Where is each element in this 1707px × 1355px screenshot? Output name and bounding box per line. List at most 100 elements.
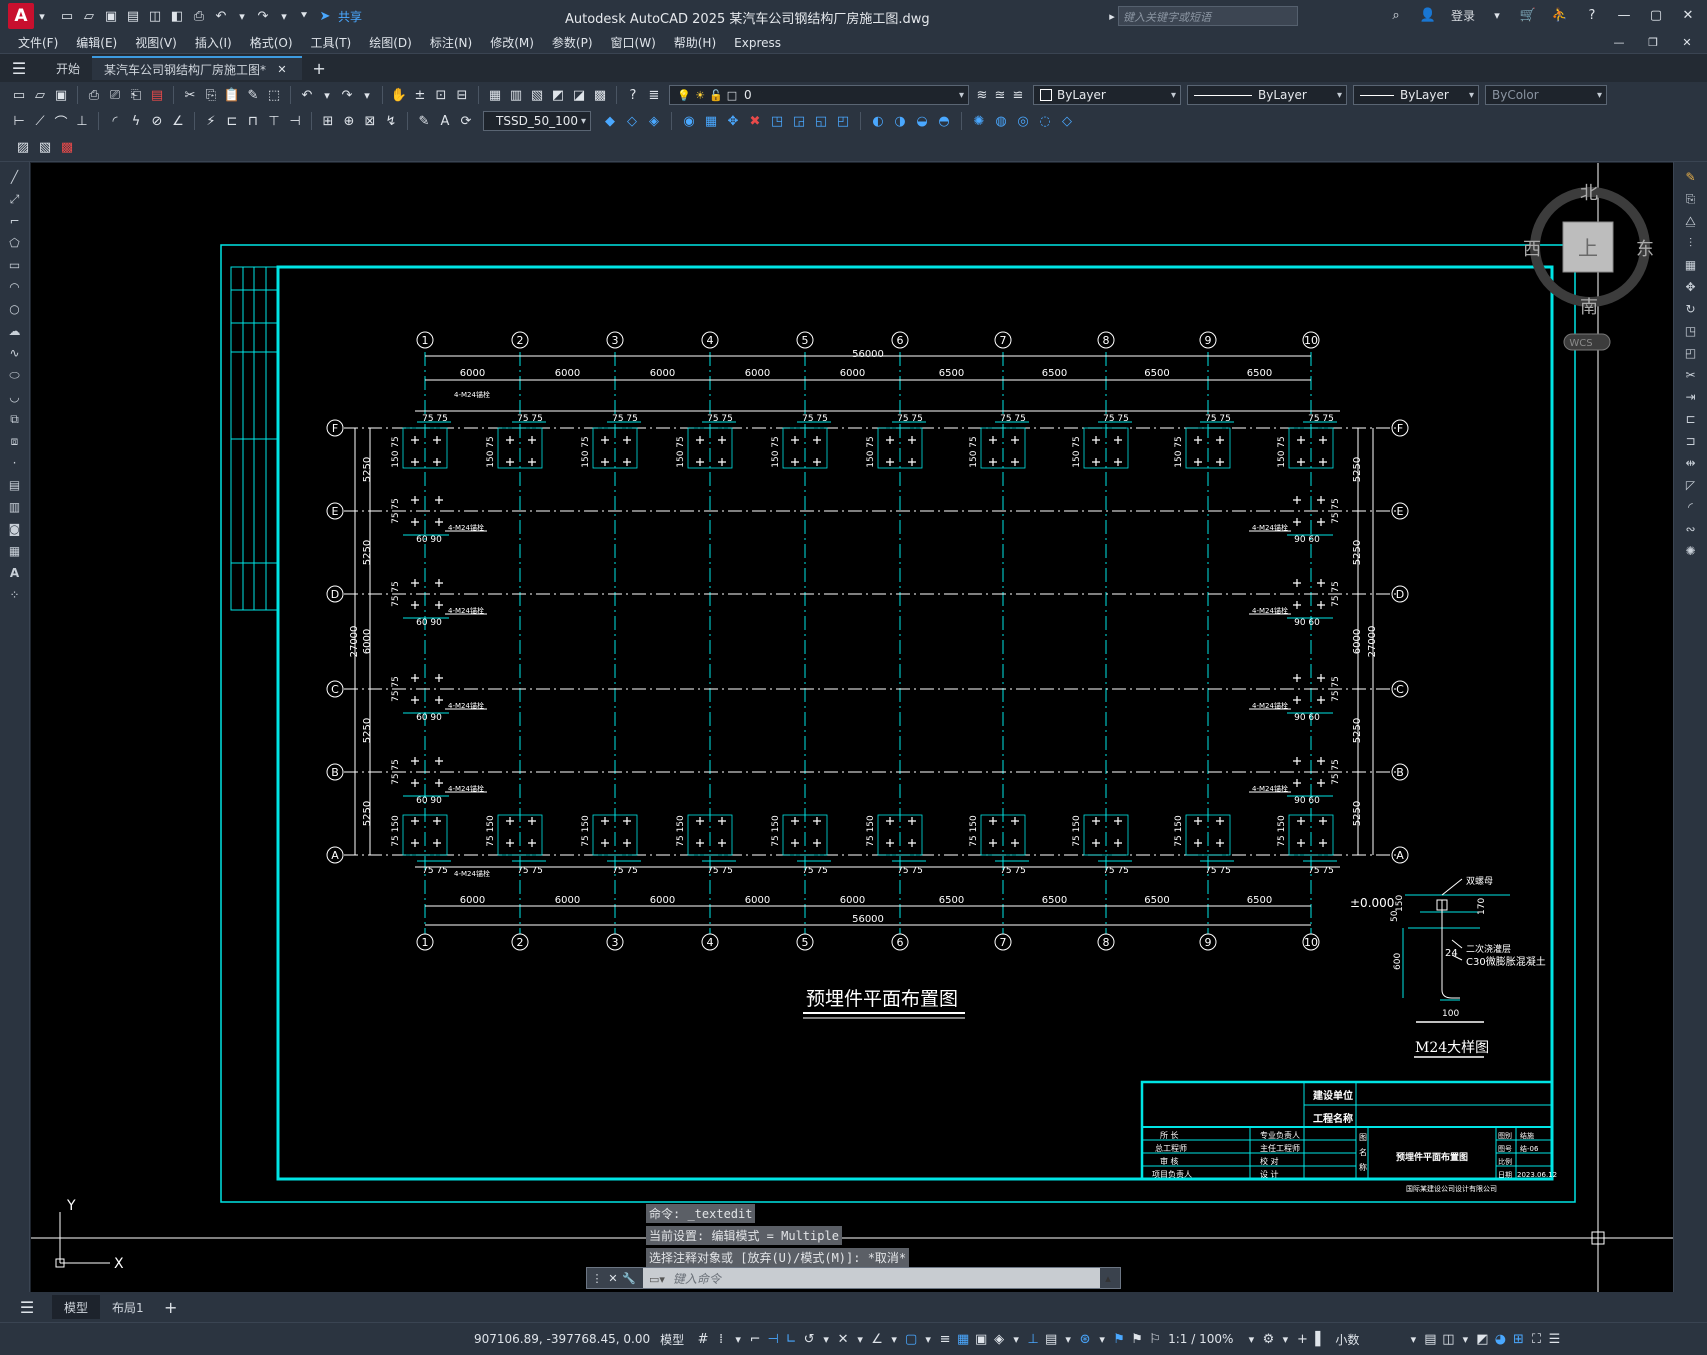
paste-icon[interactable]: 📋 <box>223 86 241 104</box>
doc-close-icon[interactable]: ✕ <box>1679 35 1695 51</box>
mirror-icon[interactable]: ◈ <box>645 112 663 130</box>
color-dropdown[interactable]: ByLayer <box>1033 85 1181 105</box>
mirror-icon[interactable]: ⧋ <box>1682 212 1700 230</box>
customize-icon[interactable]: 🔧 <box>621 1270 637 1286</box>
lineweight-dropdown[interactable]: ByLayer <box>1353 85 1479 105</box>
chevron-down-icon[interactable]: ▾ <box>852 1331 868 1347</box>
dim-radius-icon[interactable]: ◜ <box>106 112 124 130</box>
blend-curves-icon[interactable]: ∾ <box>1682 520 1700 538</box>
user-icon[interactable]: 👤 <box>1419 6 1437 24</box>
viewcube[interactable]: 上 北 南 东 西 WCS <box>1523 183 1654 351</box>
print-icon[interactable]: ⎙ <box>85 86 103 104</box>
new-icon[interactable]: ▭ <box>10 86 28 104</box>
break-icon[interactable]: ⊐ <box>1682 432 1700 450</box>
linetype-dropdown[interactable]: ByLayer <box>1187 85 1347 105</box>
customize-icon[interactable]: ⯆ <box>296 8 312 24</box>
workspace-icon[interactable]: ⚙ <box>1259 1330 1277 1348</box>
plotstyle-dropdown[interactable]: ByColor <box>1485 85 1607 105</box>
zoom-previous-icon[interactable]: ⊟ <box>453 86 471 104</box>
design-center-icon[interactable]: ▥ <box>507 86 525 104</box>
3d-dwf-icon[interactable]: ▤ <box>148 86 166 104</box>
ortho-icon[interactable]: ∟ <box>782 1330 800 1348</box>
polar-icon[interactable]: ↺ <box>800 1330 818 1348</box>
menu-help[interactable]: 帮助(H) <box>674 34 716 51</box>
ellipse-arc-icon[interactable]: ◡ <box>6 388 24 406</box>
ellipse-icon[interactable]: ⬭ <box>6 366 24 384</box>
chevron-down-icon[interactable]: ▾ <box>34 8 50 24</box>
menu-insert[interactable]: 插入(I) <box>195 34 232 51</box>
tool-palettes-icon[interactable]: ▧ <box>528 86 546 104</box>
model-space-button[interactable]: 模型 <box>660 1331 684 1348</box>
customize-status-icon[interactable]: ☰ <box>1545 1330 1563 1348</box>
block-define-icon[interactable]: ▧ <box>36 139 54 157</box>
rectangle-icon[interactable]: ▭ <box>6 256 24 274</box>
quick-properties-icon[interactable]: ▤ <box>1421 1330 1439 1348</box>
scale-icon[interactable]: ◳ <box>768 112 786 130</box>
chevron-down-icon[interactable]: ▾ <box>1094 1331 1110 1347</box>
extend-icon[interactable]: ⇥ <box>1682 388 1700 406</box>
pedit-icon[interactable]: ◇ <box>1058 112 1076 130</box>
chevron-down-icon[interactable]: ▾ <box>1277 1331 1293 1347</box>
circle-icon[interactable]: ○ <box>6 300 24 318</box>
dim-update-icon[interactable]: ⟳ <box>457 112 475 130</box>
app-menu-button[interactable]: A <box>8 3 34 29</box>
jogged-linear-icon[interactable]: ↯ <box>382 112 400 130</box>
menu-view[interactable]: 视图(V) <box>135 34 177 51</box>
rotate-icon[interactable]: ↻ <box>1682 300 1700 318</box>
offset-icon[interactable]: ⫶ <box>1682 234 1700 252</box>
graphics-perf-icon[interactable]: ◕ <box>1491 1330 1509 1348</box>
dim-linear-icon[interactable]: ⊢ <box>10 112 28 130</box>
tab-layout1[interactable]: 布局1 <box>100 1295 156 1319</box>
search-icon[interactable]: ⌕ <box>1387 6 1405 24</box>
inspect-icon[interactable]: ⊠ <box>361 112 379 130</box>
annotation-monitor-icon[interactable]: + <box>1293 1330 1311 1348</box>
login-button[interactable]: 登录 <box>1451 7 1475 24</box>
menu-format[interactable]: 格式(O) <box>250 34 293 51</box>
fillet-icon[interactable]: ◜ <box>1682 498 1700 516</box>
menu-dimension[interactable]: 标注(N) <box>430 34 472 51</box>
block-write-icon[interactable]: ▩ <box>58 139 76 157</box>
join-icon[interactable]: ◑ <box>891 112 909 130</box>
save-icon[interactable]: ▣ <box>102 7 120 25</box>
sheet-set-icon[interactable]: ◩ <box>549 86 567 104</box>
copy-icon[interactable]: ⎘ <box>202 86 220 104</box>
maximize-icon[interactable]: ▢ <box>1647 6 1665 24</box>
coordinates-display[interactable]: 907106.89, -397768.45, 0.00 <box>474 1332 650 1346</box>
chevron-down-icon[interactable]: ▾ <box>1060 1331 1076 1347</box>
3d-osnap-icon[interactable]: ◈ <box>990 1330 1008 1348</box>
chevron-down-icon[interactable]: ▾ <box>818 1331 834 1347</box>
chevron-up-icon[interactable]: ▴ <box>1100 1270 1116 1286</box>
chevron-down-icon[interactable]: ▾ <box>1008 1331 1024 1347</box>
open-icon[interactable]: ▱ <box>31 86 49 104</box>
chevron-down-icon[interactable]: ▾ <box>730 1331 746 1347</box>
dim-arc-icon[interactable]: ⌒ <box>52 112 70 131</box>
chevron-down-icon[interactable]: ▾ <box>920 1331 936 1347</box>
dimstyle-dropdown[interactable]: TSSD_50_100 <box>483 111 591 131</box>
redo-icon[interactable]: ↷ <box>254 7 272 25</box>
break-at-point-icon[interactable]: ⊏ <box>1682 410 1700 428</box>
align-icon[interactable]: ◌ <box>1036 112 1054 130</box>
osnap-icon[interactable]: ▢ <box>902 1330 920 1348</box>
minimize-icon[interactable]: — <box>1615 6 1633 24</box>
new-file-icon[interactable]: ▭ <box>58 7 76 25</box>
share-icon[interactable]: ➤ <box>316 7 334 25</box>
dim-angular-icon[interactable]: ∠ <box>169 112 187 130</box>
chevron-down-icon[interactable]: ▾ <box>1489 7 1505 23</box>
hatch-icon[interactable]: ▤ <box>6 476 24 494</box>
layer-previous-icon[interactable]: ≊ <box>991 86 1009 104</box>
dim-text-edit-icon[interactable]: A <box>436 112 454 130</box>
arc-icon[interactable]: ◠ <box>6 278 24 296</box>
rotate-icon[interactable]: ✖ <box>746 112 764 130</box>
chevron-down-icon[interactable]: ▾ <box>886 1331 902 1347</box>
match-prop-icon[interactable]: ✎ <box>244 86 262 104</box>
menu-parametric[interactable]: 参数(P) <box>552 34 593 51</box>
close-icon[interactable]: ✕ <box>605 1270 621 1286</box>
dynamic-ucs-icon[interactable]: ⊥ <box>1024 1330 1042 1348</box>
layer-state-icon[interactable]: ≌ <box>1009 86 1027 104</box>
publish-icon[interactable]: ⎗ <box>127 86 145 104</box>
units-value[interactable]: 小数 <box>1335 1331 1395 1348</box>
calculator-icon[interactable]: ▩ <box>591 86 609 104</box>
dim-baseline-icon[interactable]: ⊏ <box>223 112 241 130</box>
chevron-down-icon[interactable]: ▾ <box>1457 1331 1473 1347</box>
extend-icon[interactable]: ◰ <box>834 112 852 130</box>
